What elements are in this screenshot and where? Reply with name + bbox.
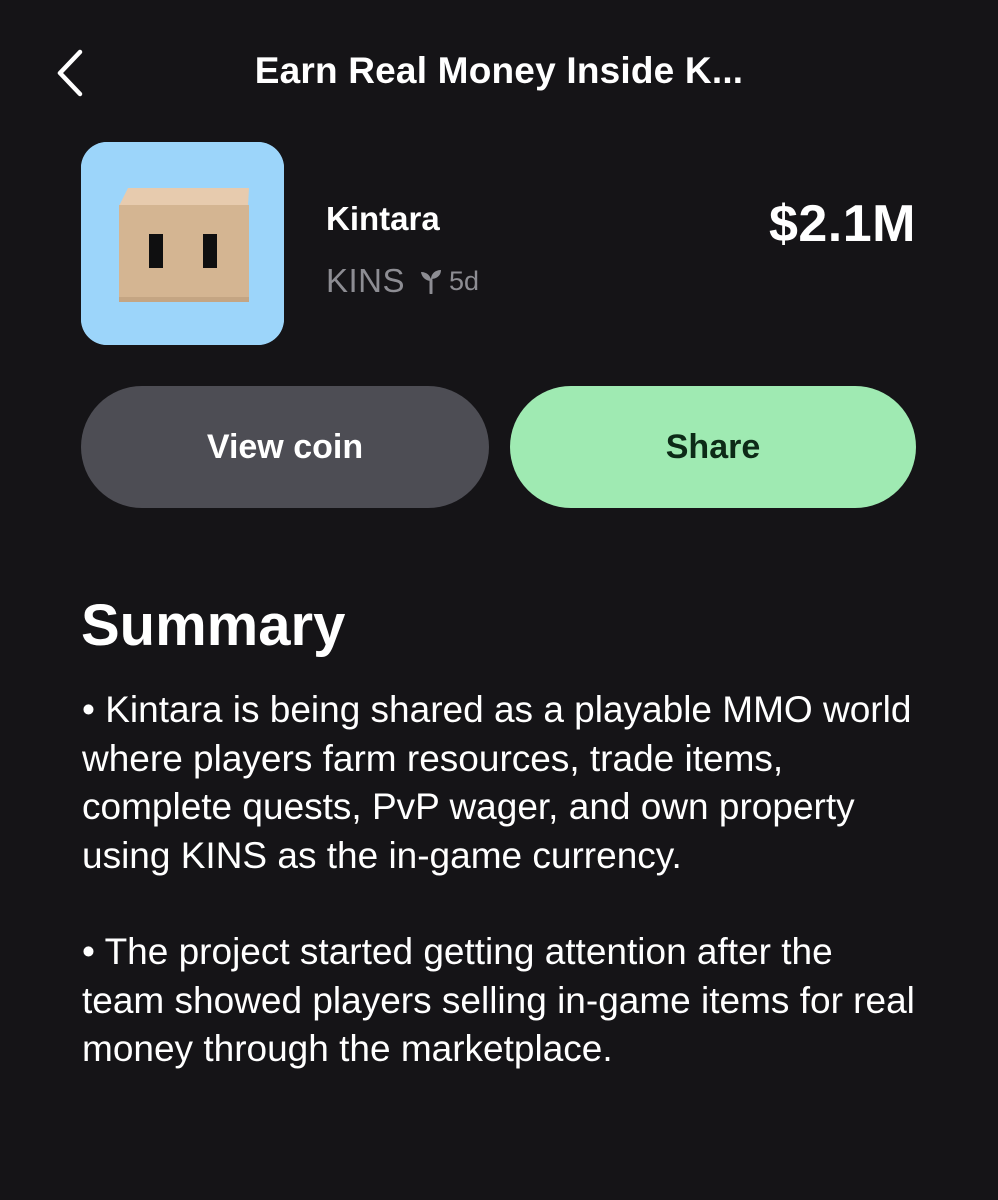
market-cap-value: $2.1M [768, 195, 916, 253]
view-coin-button[interactable]: View coin [81, 386, 489, 508]
coin-ticker: KINS [326, 262, 406, 299]
coin-name: Kintara [326, 200, 440, 237]
page-title: Earn Real Money Inside K... [254, 50, 744, 91]
sprout-icon [419, 268, 443, 294]
back-button[interactable] [44, 46, 98, 100]
summary-bullet-1: • Kintara is being shared as a playable … [82, 689, 912, 876]
summary-heading: Summary [81, 593, 346, 658]
coin-meta: KINS 5d [326, 262, 479, 300]
share-button[interactable]: Share [510, 386, 916, 508]
summary-body: • Kintara is being shared as a playable … [82, 686, 922, 1122]
header-bar: Earn Real Money Inside K... [0, 0, 998, 145]
kintara-block-logo [81, 142, 284, 345]
coin-age: 5d [449, 265, 480, 296]
action-buttons: View coin Share [81, 386, 916, 508]
summary-bullet-2: • The project started getting attention … [82, 931, 915, 1069]
coin-header: Kintara KINS 5d $2.1M [81, 142, 916, 347]
chevron-left-icon [57, 49, 83, 97]
coin-avatar [81, 142, 284, 345]
